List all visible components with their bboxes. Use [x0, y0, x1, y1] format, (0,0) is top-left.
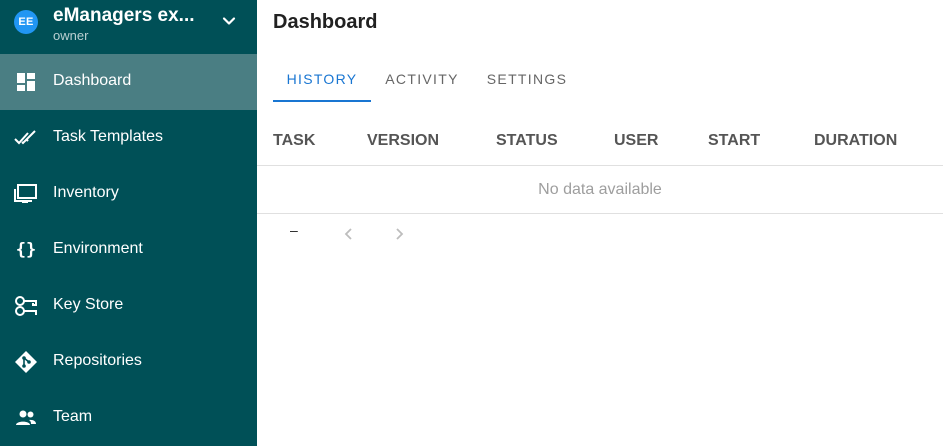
sidebar-item-label: Repositories — [53, 352, 142, 369]
column-header-user[interactable]: USER — [614, 132, 658, 150]
sidebar-item-label: Key Store — [53, 296, 124, 313]
monitor-icon — [14, 182, 38, 206]
project-avatar: EE — [14, 10, 38, 34]
sidebar-item-label: Team — [53, 408, 93, 425]
tab-activity[interactable]: ACTIVITY — [371, 56, 473, 102]
previous-page-button[interactable] — [337, 222, 361, 246]
sidebar-item-repositories[interactable]: Repositories — [0, 334, 257, 390]
next-page-button[interactable] — [387, 222, 411, 246]
chevron-right-icon — [396, 228, 404, 240]
tab-settings[interactable]: SETTINGS — [473, 56, 581, 102]
braces-icon: {} — [15, 240, 37, 260]
page-title: Dashboard — [273, 11, 378, 33]
tab-history[interactable]: HISTORY — [273, 56, 371, 102]
project-name: eManagers ex... — [53, 5, 195, 26]
pagination-range: – — [290, 222, 298, 238]
main-content: Dashboard HISTORY ACTIVITY SETTINGS TASK… — [257, 0, 943, 446]
sidebar-item-label: Inventory — [53, 184, 119, 201]
chevron-left-icon — [344, 228, 352, 240]
dashboard-icon — [14, 70, 38, 94]
sidebar: EE eManagers ex... owner Dashboard Task … — [0, 0, 257, 446]
project-switcher[interactable]: EE eManagers ex... owner — [0, 0, 257, 54]
project-role: owner — [53, 28, 89, 43]
git-icon — [14, 350, 38, 374]
column-header-task[interactable]: TASK — [273, 132, 315, 150]
column-header-duration[interactable]: DURATION — [814, 132, 897, 150]
sidebar-item-task-templates[interactable]: Task Templates — [0, 110, 257, 166]
sidebar-item-dashboard[interactable]: Dashboard — [0, 54, 257, 110]
table-empty-message: No data available — [257, 166, 943, 214]
pagination: – — [257, 214, 943, 254]
column-header-version[interactable]: VERSION — [367, 132, 439, 150]
people-icon — [14, 406, 38, 430]
sidebar-item-label: Task Templates — [53, 128, 163, 145]
sidebar-item-environment[interactable]: {} Environment — [0, 222, 257, 278]
sidebar-item-inventory[interactable]: Inventory — [0, 166, 257, 222]
sidebar-item-key-store[interactable]: Key Store — [0, 278, 257, 334]
sidebar-item-label: Environment — [53, 240, 143, 257]
chevron-down-icon[interactable] — [221, 13, 237, 29]
column-header-status[interactable]: STATUS — [496, 132, 558, 150]
double-check-icon — [14, 126, 38, 150]
table-header: TASK VERSION STATUS USER START DURATION — [257, 118, 943, 166]
column-header-start[interactable]: START — [708, 132, 760, 150]
sidebar-item-team[interactable]: Team — [0, 390, 257, 446]
sidebar-item-label: Dashboard — [53, 72, 132, 89]
tab-bar: HISTORY ACTIVITY SETTINGS — [273, 56, 581, 102]
key-icon — [14, 294, 38, 318]
sidebar-nav: Dashboard Task Templates Inventory {} En… — [0, 54, 257, 446]
